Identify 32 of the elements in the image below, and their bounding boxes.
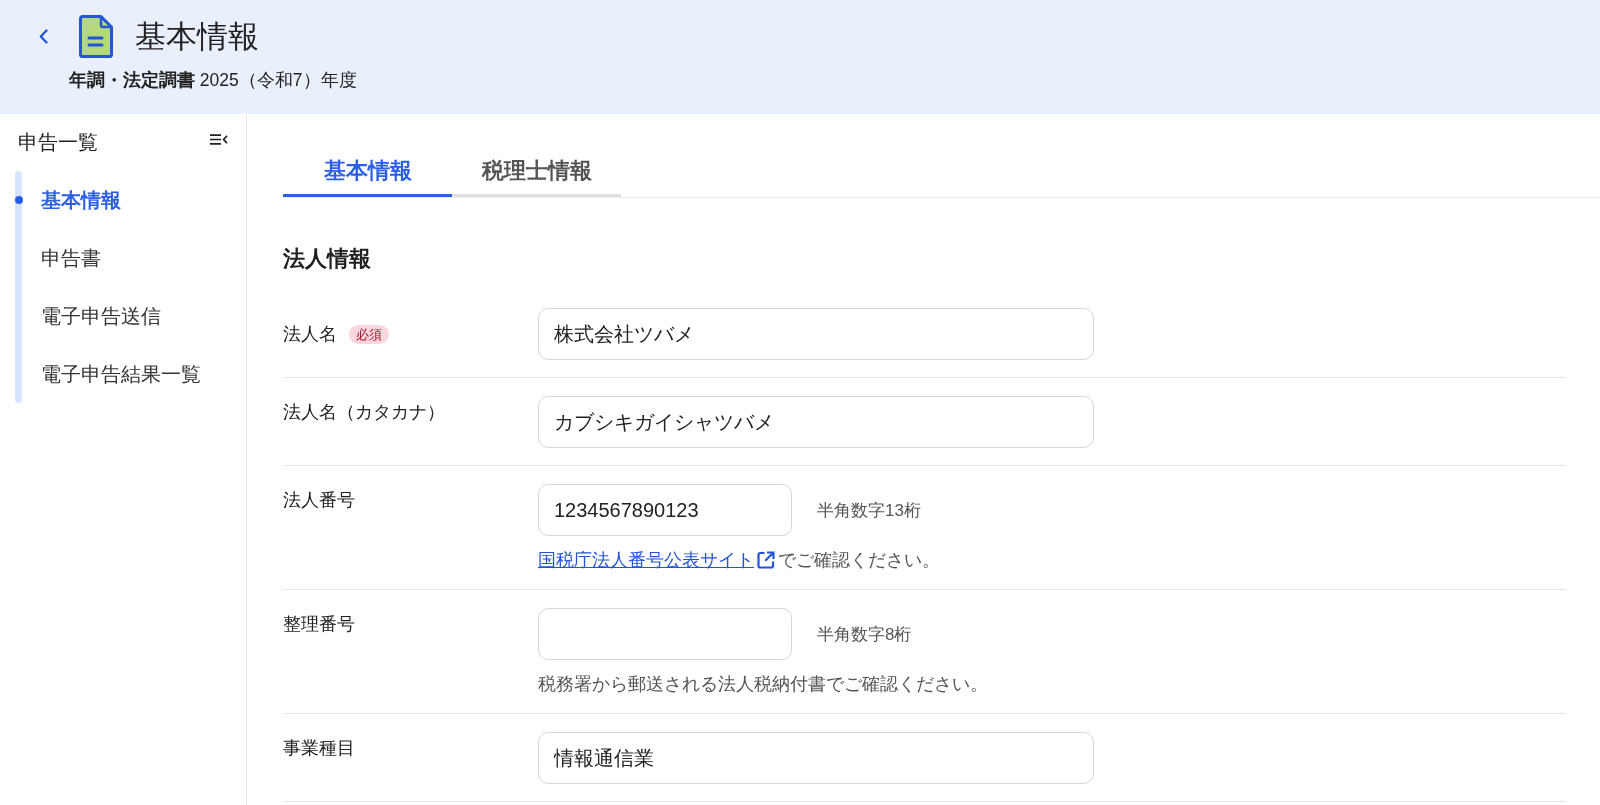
text-field[interactable] — [538, 608, 792, 660]
site-link[interactable]: 国税庁法人番号公表サイト — [538, 550, 778, 570]
required-badge: 必須 — [349, 324, 389, 344]
text-field[interactable]: カブシキガイシャツバメ — [538, 396, 1094, 448]
tab[interactable]: 税理士情報 — [452, 147, 621, 197]
field-label: 整理番号 — [283, 613, 355, 636]
page-title: 基本情報 — [135, 17, 259, 56]
field-label: 法人番号 — [283, 489, 355, 512]
sidebar-item[interactable]: 電子申告送信 — [15, 287, 161, 345]
format-hint: 半角数字13桁 — [817, 499, 921, 522]
active-dot-icon — [15, 196, 23, 204]
text-field[interactable]: 情報通信業 — [538, 732, 1094, 784]
section-title: 法人情報 — [283, 245, 372, 273]
field-label: 法人名（カタカナ） — [283, 401, 445, 424]
help-text: 国税庁法人番号公表サイト でご確認ください。 — [538, 549, 941, 572]
document-icon — [79, 15, 113, 58]
sidebar-item[interactable]: 電子申告結果一覧 — [15, 345, 201, 403]
field-label: 法人名 — [283, 323, 337, 346]
page-subtitle: 年調・法定調書 2025（令和7）年度 — [69, 69, 358, 92]
sidebar-item[interactable]: 申告書 — [15, 229, 101, 287]
collapse-sidebar-button[interactable] — [210, 134, 228, 145]
format-hint: 半角数字8桁 — [817, 623, 912, 646]
help-text: 税務署から郵送される法人税納付書でご確認ください。 — [538, 673, 989, 696]
external-link-icon — [756, 550, 776, 570]
field-label: 事業種目 — [283, 737, 355, 760]
text-field[interactable]: 1234567890123 — [538, 484, 792, 536]
tab[interactable]: 基本情報 — [283, 147, 452, 197]
sidebar-item[interactable]: 基本情報 — [15, 171, 121, 229]
text-field[interactable]: 株式会社ツバメ — [538, 308, 1094, 360]
chevron-left-icon — [38, 29, 48, 44]
sidebar-title: 申告一覧 — [18, 130, 98, 154]
collapse-menu-icon — [210, 134, 228, 145]
